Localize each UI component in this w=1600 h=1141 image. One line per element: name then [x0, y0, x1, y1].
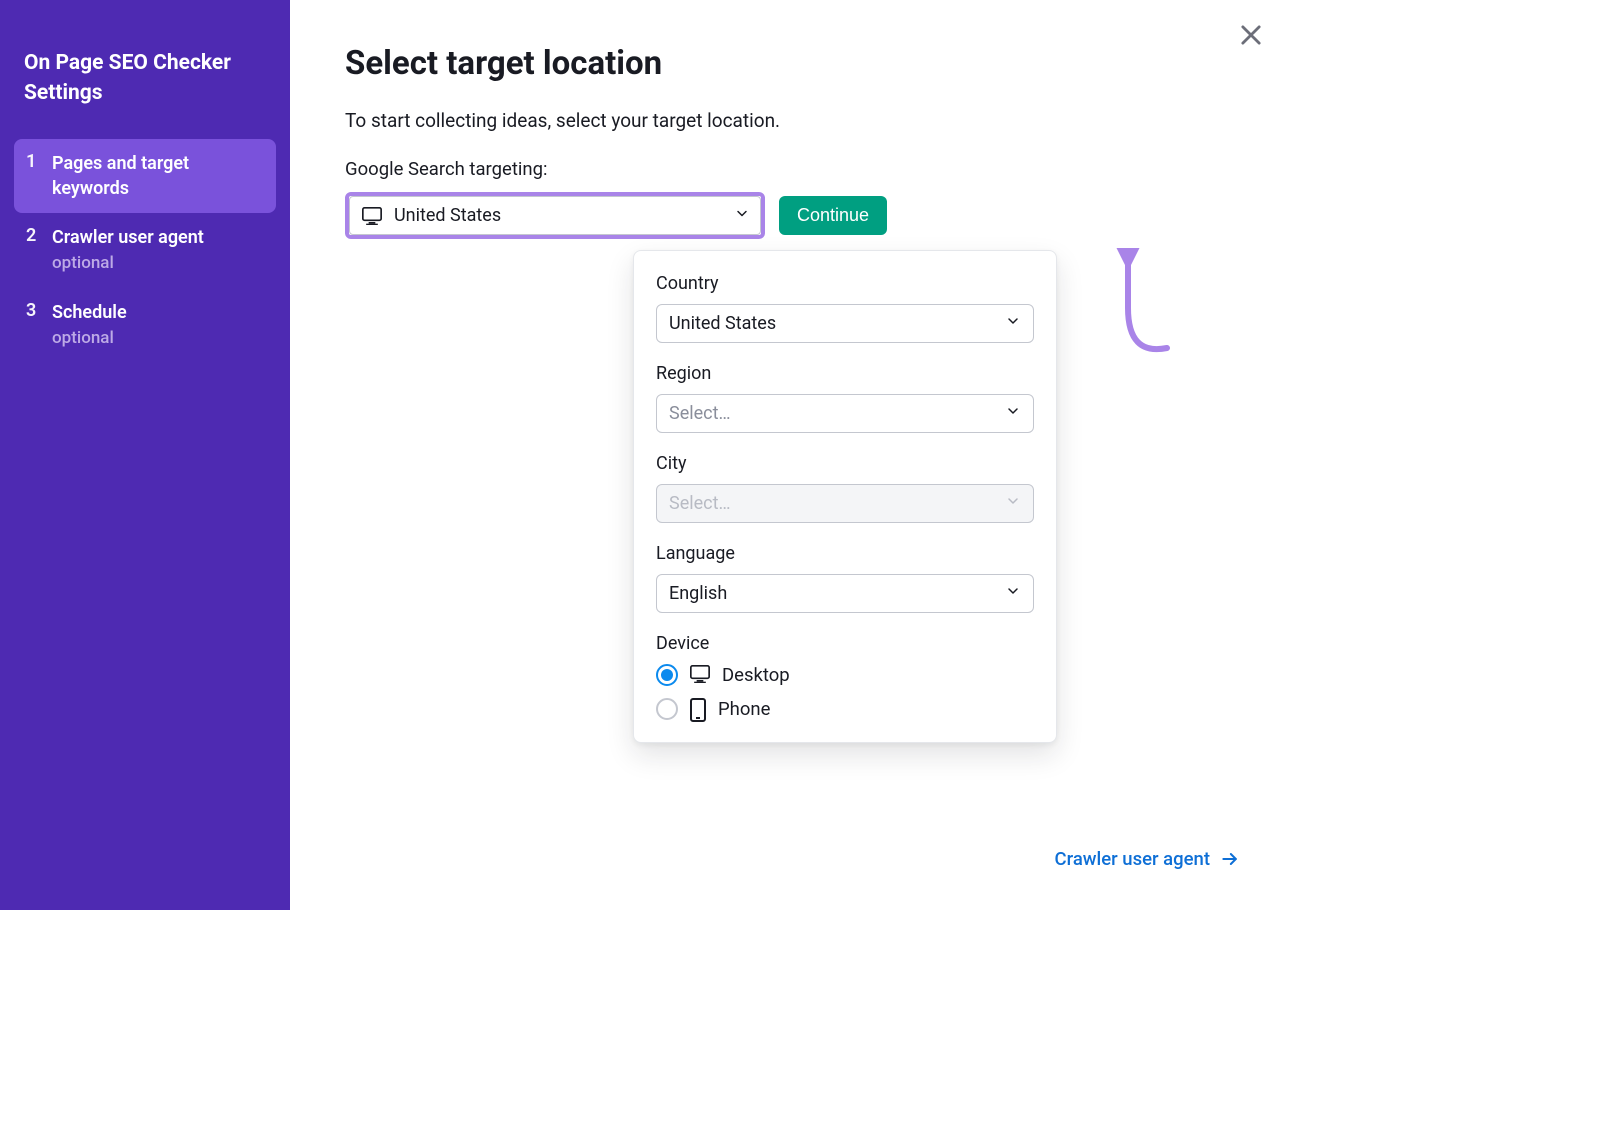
region-placeholder: Select…	[669, 403, 731, 424]
step-number: 3	[26, 300, 40, 321]
phone-icon	[690, 698, 706, 720]
target-location-dropdown: Country United States Region Select… Cit…	[633, 250, 1057, 743]
device-option-phone[interactable]: Phone	[656, 698, 1034, 720]
sidebar-title: On Page SEO Checker Settings	[14, 18, 276, 139]
field-language: Language English	[656, 543, 1034, 613]
step-number: 1	[26, 151, 40, 172]
chevron-down-icon	[1005, 493, 1021, 514]
target-location-select[interactable]: United States	[349, 196, 761, 235]
language-select[interactable]: English	[656, 574, 1034, 613]
country-select[interactable]: United States	[656, 304, 1034, 343]
field-city: City Select…	[656, 453, 1034, 523]
language-value: English	[669, 583, 727, 604]
region-label: Region	[656, 363, 1034, 384]
desktop-icon	[690, 665, 710, 685]
device-label: Device	[656, 633, 1034, 654]
city-select: Select…	[656, 484, 1034, 523]
sidebar: On Page SEO Checker Settings 1 Pages and…	[0, 0, 290, 910]
radio-checked	[656, 664, 678, 686]
device-option-label: Desktop	[722, 664, 790, 686]
chevron-down-icon	[734, 205, 750, 226]
continue-button[interactable]: Continue	[779, 196, 887, 235]
radio-unchecked	[656, 698, 678, 720]
sidebar-item-pages-keywords[interactable]: 1 Pages and target keywords	[14, 139, 276, 213]
sidebar-item-schedule[interactable]: 3 Schedule optional	[14, 288, 276, 363]
field-country: Country United States	[656, 273, 1034, 343]
language-label: Language	[656, 543, 1034, 564]
field-region: Region Select…	[656, 363, 1034, 433]
wizard-steps: 1 Pages and target keywords 2 Crawler us…	[14, 139, 276, 363]
country-value: United States	[669, 313, 776, 334]
device-options: Desktop Phone	[656, 664, 1034, 720]
step-label: Pages and target keywords	[52, 151, 264, 201]
next-step-link[interactable]: Crawler user agent	[1055, 848, 1240, 870]
close-icon	[1237, 21, 1265, 49]
chevron-down-icon	[1005, 313, 1021, 334]
optional-tag: optional	[52, 252, 204, 276]
arrow-right-icon	[1220, 849, 1240, 869]
target-select-value: United States	[394, 205, 501, 226]
annotation-arrow	[1105, 248, 1185, 378]
main-panel: Select target location To start collecti…	[290, 0, 1290, 910]
optional-tag: optional	[52, 327, 127, 351]
step-label: Crawler user agent optional	[52, 225, 204, 276]
city-label: City	[656, 453, 1034, 474]
field-device: Device Desktop Phone	[656, 633, 1034, 720]
region-select[interactable]: Select…	[656, 394, 1034, 433]
country-label: Country	[656, 273, 1034, 294]
city-placeholder: Select…	[669, 493, 731, 514]
close-button[interactable]	[1234, 18, 1268, 52]
next-step-label: Crawler user agent	[1055, 848, 1210, 870]
device-option-label: Phone	[718, 698, 770, 720]
page-subtitle: To start collecting ideas, select your t…	[345, 109, 1240, 132]
sidebar-item-crawler-agent[interactable]: 2 Crawler user agent optional	[14, 213, 276, 288]
device-option-desktop[interactable]: Desktop	[656, 664, 1034, 686]
chevron-down-icon	[1005, 583, 1021, 604]
targeting-label: Google Search targeting:	[345, 158, 1240, 180]
step-number: 2	[26, 225, 40, 246]
desktop-icon	[362, 207, 382, 225]
target-select-highlight: United States	[345, 192, 765, 239]
page-title: Select target location	[345, 44, 1240, 83]
step-label: Schedule optional	[52, 300, 127, 351]
targeting-row: United States Continue	[345, 192, 1240, 239]
chevron-down-icon	[1005, 403, 1021, 424]
